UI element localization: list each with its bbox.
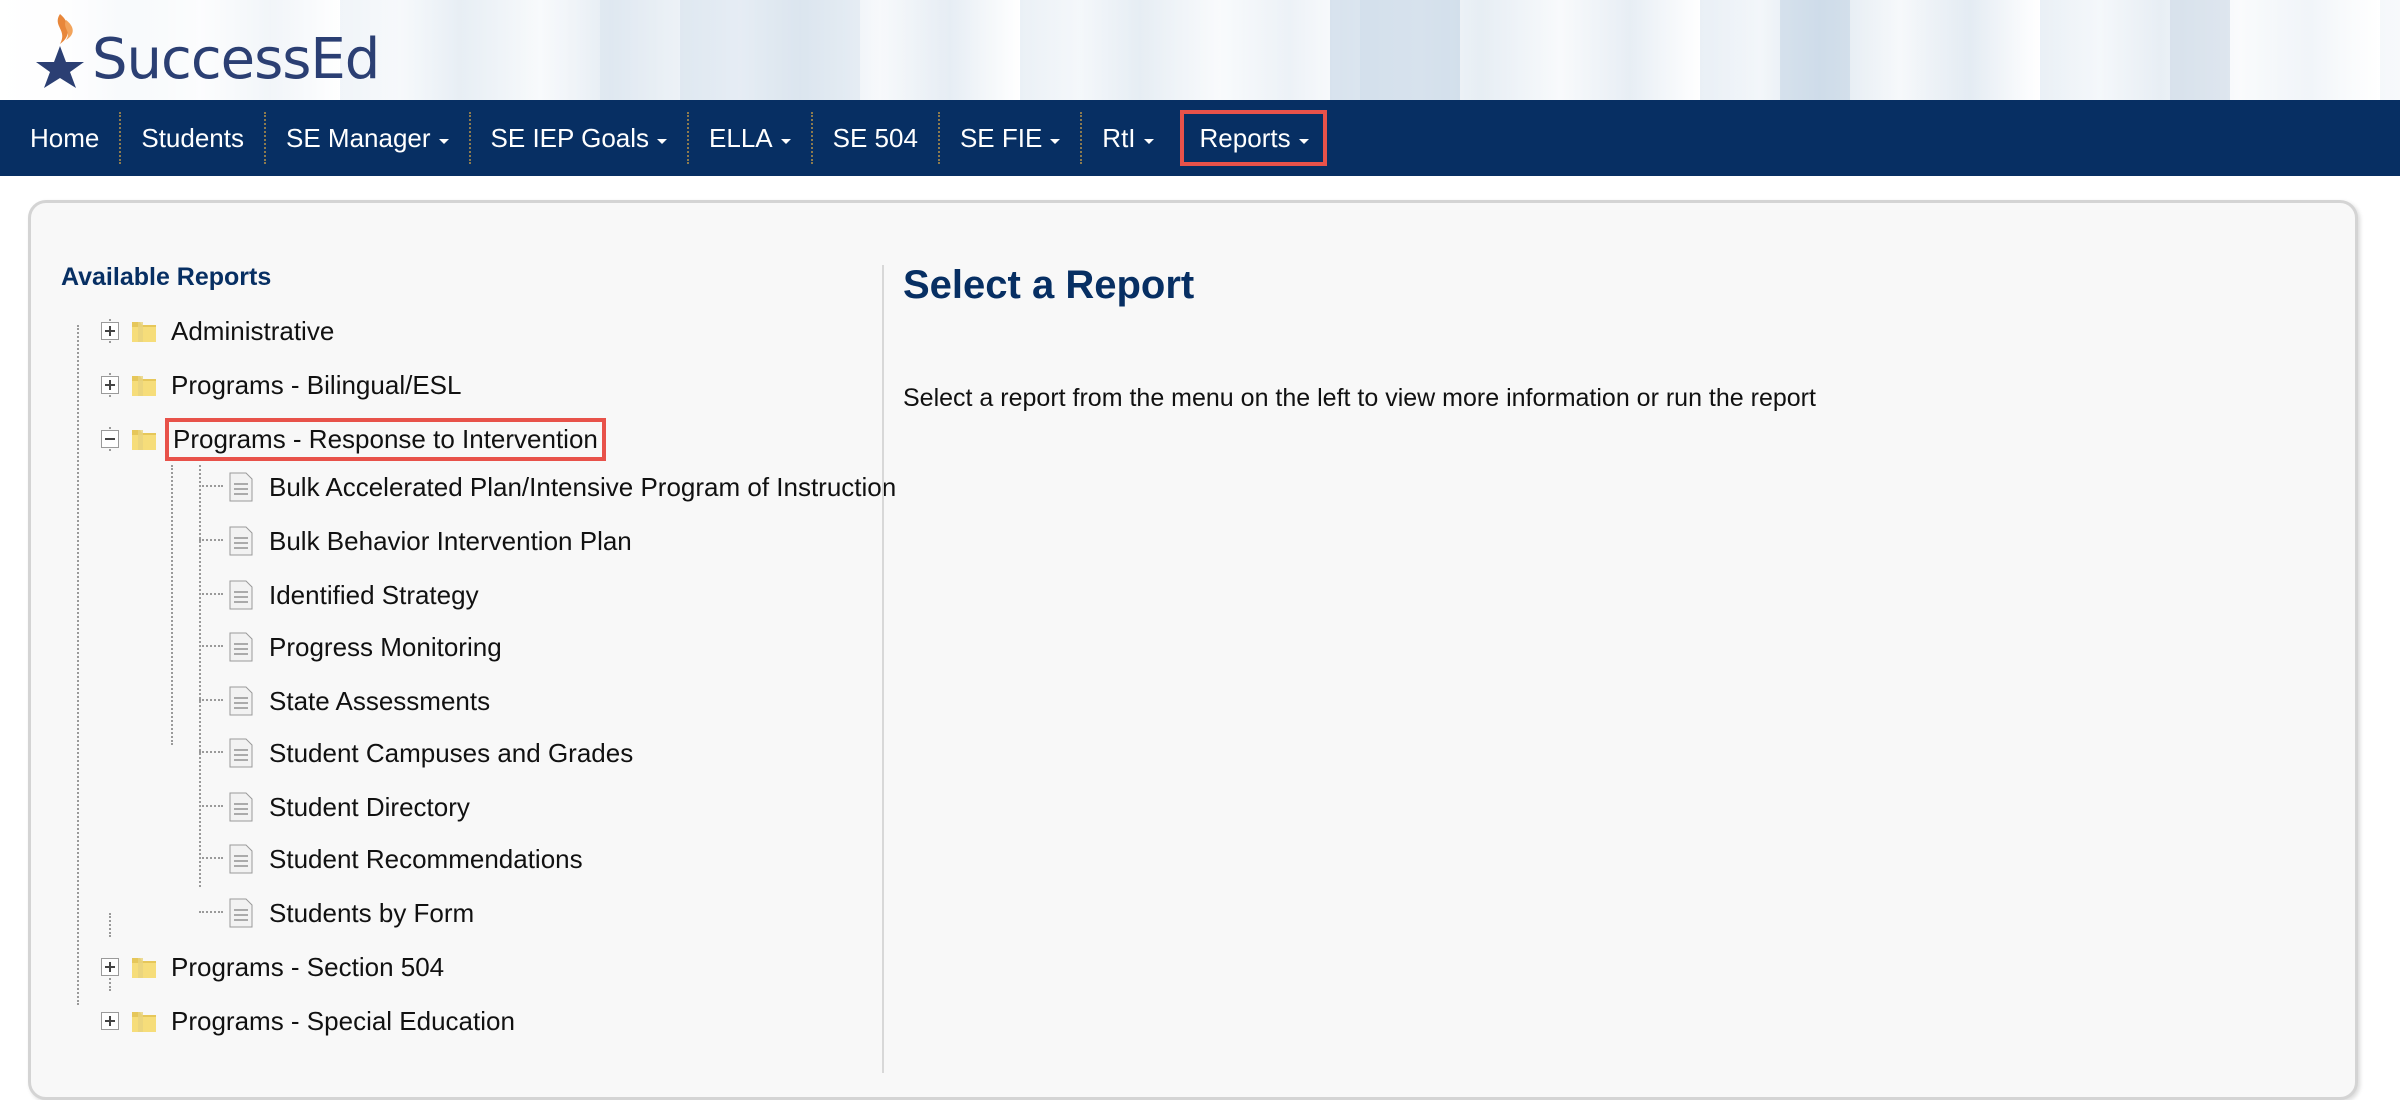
document-icon	[229, 632, 253, 662]
tree-folder-label: Programs - Bilingual/ESL	[171, 369, 462, 400]
caret-down-icon	[1298, 138, 1309, 144]
document-icon	[229, 844, 253, 874]
tree-report-label: State Assessments	[269, 685, 491, 716]
tree-report-label: Bulk Accelerated Plan/Intensive Program …	[269, 471, 897, 502]
document-icon	[229, 792, 253, 822]
folder-icon	[132, 958, 156, 978]
reports-panel: Available Reports Administrative Program…	[28, 200, 2358, 1100]
folder-icon	[132, 1012, 156, 1032]
folder-open-icon	[132, 430, 156, 450]
nav-rti-label: RtI	[1102, 122, 1136, 153]
tree-folder-bilingual-esl[interactable]: Programs - Bilingual/ESL	[101, 365, 461, 405]
document-icon	[229, 686, 253, 716]
tree-folder-administrative[interactable]: Administrative	[101, 311, 334, 351]
document-icon	[229, 738, 253, 768]
caret-down-icon	[1050, 138, 1061, 144]
caret-down-icon	[657, 138, 668, 144]
document-icon	[229, 472, 253, 502]
tree-report-item[interactable]: Bulk Accelerated Plan/Intensive Program …	[227, 467, 896, 507]
tree-report-label: Progress Monitoring	[269, 631, 502, 662]
tree-report-item[interactable]: Student Campuses and Grades	[227, 733, 633, 773]
report-tree-section: Available Reports Administrative Program…	[61, 263, 901, 1036]
nav-se-fie-label: SE FIE	[959, 122, 1043, 153]
nav-se-manager[interactable]: SE Manager	[264, 112, 469, 164]
tree-report-item[interactable]: Student Directory	[227, 787, 470, 827]
nav-home[interactable]: Home	[10, 112, 119, 164]
tree-report-item[interactable]: Students by Form	[227, 893, 474, 933]
report-detail-section: Select a Report Select a report from the…	[903, 263, 1816, 413]
tree-report-label: Identified Strategy	[269, 579, 479, 610]
nav-rti[interactable]: RtI	[1080, 112, 1173, 164]
logo-text: SuccessEd	[92, 26, 380, 92]
tree-folder-label: Programs - Response to Intervention	[165, 417, 606, 461]
tree-folder-special-education[interactable]: Programs - Special Education	[101, 1001, 515, 1041]
folder-icon	[132, 322, 156, 342]
tree-folder-label: Programs - Section 504	[171, 951, 445, 982]
tree-report-item[interactable]: Bulk Behavior Intervention Plan	[227, 521, 632, 561]
available-reports-title: Available Reports	[61, 263, 272, 291]
nav-se-iep-goals[interactable]: SE IEP Goals	[468, 112, 688, 164]
nav-se-504[interactable]: SE 504	[810, 112, 938, 164]
caret-down-icon	[438, 138, 449, 144]
nav-se-iep-goals-label: SE IEP Goals	[490, 122, 650, 153]
header-banner: SuccessEd	[0, 0, 2400, 100]
tree-report-label: Student Directory	[269, 791, 470, 822]
tree-folder-response-to-intervention[interactable]: Programs - Response to Intervention	[101, 417, 606, 461]
page-title: Select a Report	[903, 263, 1195, 307]
document-icon	[229, 580, 253, 610]
nav-se-manager-label: SE Manager	[286, 122, 431, 153]
folder-icon	[132, 376, 156, 396]
nav-home-label: Home	[30, 122, 100, 153]
tree-report-item[interactable]: Progress Monitoring	[227, 627, 502, 667]
tree-report-item[interactable]: State Assessments	[227, 681, 490, 721]
tree-folder-label: Administrative	[171, 315, 335, 346]
nav-students[interactable]: Students	[119, 112, 264, 164]
tree-report-label: Student Recommendations	[269, 843, 583, 874]
expand-plus-icon[interactable]	[101, 376, 119, 394]
tree-report-item[interactable]: Identified Strategy	[227, 575, 479, 615]
nav-reports-label: Reports	[1199, 122, 1291, 153]
expand-plus-icon[interactable]	[101, 1012, 119, 1030]
document-icon	[229, 898, 253, 928]
document-icon	[229, 526, 253, 556]
tree-folder-label: Programs - Special Education	[171, 1005, 515, 1036]
expand-plus-icon[interactable]	[101, 958, 119, 976]
collapse-minus-icon[interactable]	[101, 430, 119, 448]
nav-reports[interactable]: Reports	[1179, 110, 1327, 166]
tree-report-label: Student Campuses and Grades	[269, 737, 634, 768]
tree-report-label: Bulk Behavior Intervention Plan	[269, 525, 632, 556]
tree-report-label: Students by Form	[269, 897, 475, 928]
expand-plus-icon[interactable]	[101, 322, 119, 340]
nav-se-fie[interactable]: SE FIE	[937, 112, 1080, 164]
logo-star-icon	[36, 14, 84, 88]
nav-se-504-label: SE 504	[832, 122, 918, 153]
panel-divider	[882, 265, 884, 1073]
caret-down-icon	[1143, 138, 1154, 144]
tree-report-item[interactable]: Student Recommendations	[227, 839, 583, 879]
caret-down-icon	[780, 138, 791, 144]
nav-ella-label: ELLA	[709, 122, 773, 153]
app-logo[interactable]: SuccessEd	[22, 10, 380, 92]
tree-folder-section-504[interactable]: Programs - Section 504	[101, 947, 444, 987]
report-instructions: Select a report from the menu on the lef…	[903, 384, 1816, 412]
nav-ella[interactable]: ELLA	[687, 112, 811, 164]
main-nav: Home Students SE Manager SE IEP Goals EL…	[0, 100, 2400, 176]
nav-students-label: Students	[141, 122, 244, 153]
